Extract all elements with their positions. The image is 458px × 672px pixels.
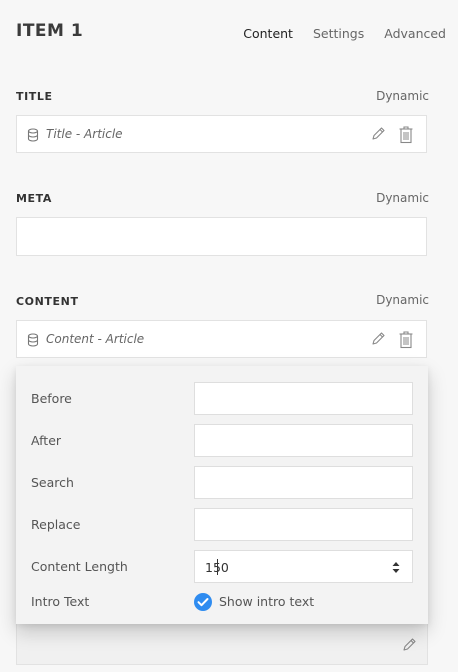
content-length-input[interactable]: 150: [194, 550, 413, 583]
before-label: Before: [31, 391, 72, 406]
stepper-icon[interactable]: [391, 560, 401, 575]
underlying-field[interactable]: [16, 624, 428, 665]
trash-icon[interactable]: [398, 125, 414, 144]
after-input[interactable]: [194, 424, 413, 457]
replace-label: Replace: [31, 517, 81, 532]
tab-content[interactable]: Content: [243, 26, 293, 41]
database-icon: [27, 128, 39, 142]
content-field-value: Content - Article: [46, 332, 145, 346]
check-icon: [197, 598, 209, 607]
replace-input[interactable]: [194, 508, 413, 541]
show-intro-text-label[interactable]: Show intro text: [219, 594, 314, 609]
show-intro-text-checkbox[interactable]: [194, 593, 212, 611]
before-input[interactable]: [194, 382, 413, 415]
meta-field[interactable]: [16, 217, 427, 256]
search-label: Search: [31, 475, 74, 490]
pencil-icon[interactable]: [370, 331, 386, 347]
meta-dynamic-link[interactable]: Dynamic: [376, 191, 429, 205]
title-dynamic-link[interactable]: Dynamic: [376, 89, 429, 103]
content-section-label: CONTENT: [16, 295, 79, 308]
search-input[interactable]: [194, 466, 413, 499]
title-section-label: TITLE: [16, 90, 53, 103]
database-icon: [27, 333, 39, 347]
text-caret: [217, 559, 218, 575]
content-settings-popup: Before After Search Replace Content Leng…: [16, 366, 428, 624]
content-dynamic-link[interactable]: Dynamic: [376, 293, 429, 307]
trash-icon[interactable]: [398, 330, 414, 349]
tab-advanced[interactable]: Advanced: [384, 26, 446, 41]
content-length-label: Content Length: [31, 559, 128, 574]
item-title: ITEM 1: [16, 21, 84, 41]
pencil-icon[interactable]: [370, 126, 386, 142]
meta-section-label: META: [16, 192, 53, 205]
pencil-icon[interactable]: [401, 637, 417, 653]
intro-text-label: Intro Text: [31, 594, 90, 609]
after-label: After: [31, 433, 62, 448]
tab-bar: Content Settings Advanced: [243, 26, 446, 41]
content-field[interactable]: Content - Article: [16, 320, 427, 358]
tab-settings[interactable]: Settings: [313, 26, 364, 41]
title-field[interactable]: Title - Article: [16, 115, 427, 153]
item-header: ITEM 1 Content Settings Advanced: [0, 0, 458, 66]
title-field-value: Title - Article: [46, 127, 123, 141]
